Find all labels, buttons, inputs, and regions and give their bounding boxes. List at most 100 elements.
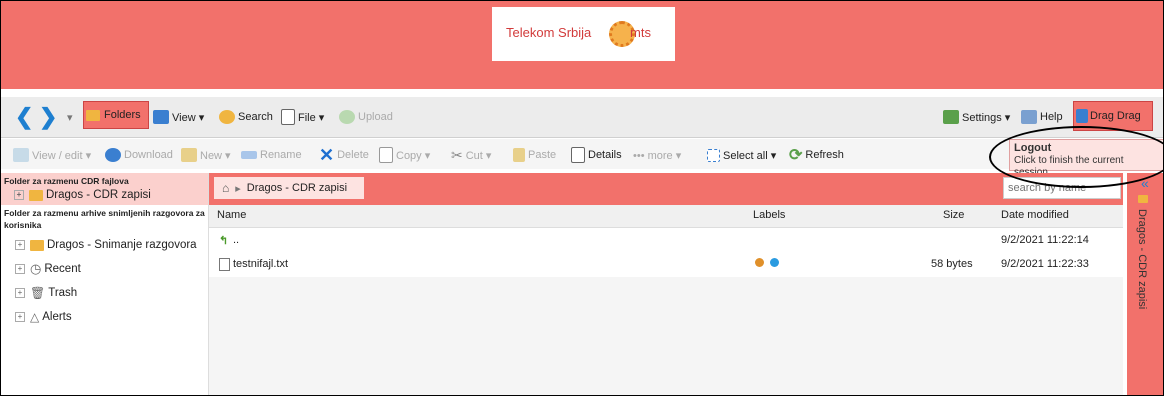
file-size: 58 bytes xyxy=(931,258,973,270)
sidebar-item-snimanje-razgovora[interactable]: + Dragos - Snimanje razgovora xyxy=(1,233,208,257)
orange-label-icon xyxy=(755,258,764,267)
file-date: 9/2/2021 11:22:33 xyxy=(1001,258,1089,270)
back-arrow-icon[interactable]: ❮ xyxy=(15,104,33,130)
download-icon xyxy=(105,148,121,162)
folders-button[interactable]: Folders xyxy=(83,101,149,129)
view-button[interactable]: View ▾ xyxy=(153,108,204,126)
file-name[interactable]: .. xyxy=(233,234,239,246)
details-label: Details xyxy=(588,149,622,161)
sidebar-item-alerts[interactable]: + △ Alerts xyxy=(1,305,208,329)
cut-label: Cut ▾ xyxy=(465,149,492,162)
sidebar-item-recent[interactable]: + ◷ Recent xyxy=(1,257,208,281)
search-button[interactable]: Search xyxy=(219,108,273,126)
drag-drop-icon xyxy=(1076,109,1088,123)
upload-icon xyxy=(339,110,355,124)
help-button[interactable]: Help xyxy=(1021,108,1063,126)
sidebar-item-label: Recent xyxy=(44,263,81,275)
app-window: Telekom Srbija mts ❮ ❯ ▾ Folders View ▾ … xyxy=(0,0,1164,396)
file-labels[interactable] xyxy=(755,258,782,270)
drag-drop-button[interactable]: Drag Drag xyxy=(1073,101,1153,131)
search-icon xyxy=(219,110,235,124)
column-header-name[interactable]: Name xyxy=(217,209,246,221)
expand-icon[interactable]: + xyxy=(15,312,25,322)
select-all-button[interactable]: Select all ▾ xyxy=(707,146,776,164)
folder-icon xyxy=(86,109,100,121)
folder-icon xyxy=(1138,195,1148,203)
copy-button[interactable]: Copy ▾ xyxy=(379,146,430,164)
help-icon xyxy=(1021,110,1037,124)
sidebar-item-label: Trash xyxy=(48,287,78,299)
rename-label: Rename xyxy=(260,149,302,161)
history-dropdown-icon[interactable]: ▾ xyxy=(67,108,73,126)
delete-button[interactable]: ✕ Delete xyxy=(319,145,369,165)
expand-icon[interactable]: + xyxy=(14,190,24,200)
paste-icon xyxy=(513,148,525,162)
text-file-icon xyxy=(219,258,230,274)
collapse-arrow-icon[interactable]: « xyxy=(1141,175,1149,191)
new-icon xyxy=(181,148,197,162)
sidebar-item-label: Dragos - CDR zapisi xyxy=(46,189,151,201)
upload-button[interactable]: Upload xyxy=(339,108,393,126)
sidebar-item-label: Dragos - Snimanje razgovora xyxy=(47,239,197,251)
view-edit-icon xyxy=(13,148,29,162)
home-icon[interactable]: ⌂ xyxy=(222,181,229,195)
details-button[interactable]: Details xyxy=(571,146,622,164)
paste-button[interactable]: Paste xyxy=(513,146,556,164)
upload-label: Upload xyxy=(358,111,393,123)
column-header-date[interactable]: Date modified xyxy=(1001,209,1069,221)
sidebar-section-label: Folder za razmenu CDR fajlova xyxy=(4,176,129,186)
folders-label: Folders xyxy=(104,109,141,121)
new-label: New ▾ xyxy=(200,149,231,162)
sidebar-section-archive: Folder za razmenu arhive snimljenih razg… xyxy=(4,208,205,230)
more-label: ••• more ▾ xyxy=(633,149,682,162)
rename-icon xyxy=(241,151,257,159)
sidebar-item-label: Alerts xyxy=(42,311,72,323)
refresh-button[interactable]: ⟳ Refresh xyxy=(789,146,844,164)
main-toolbar: ❮ ❯ ▾ Folders View ▾ Search File ▾ Uploa… xyxy=(1,97,1163,138)
copy-label: Copy ▾ xyxy=(396,149,431,162)
breadcrumb-current[interactable]: Dragos - CDR zapisi xyxy=(247,182,347,194)
column-header-labels[interactable]: Labels xyxy=(753,209,785,221)
new-button[interactable]: New ▾ xyxy=(181,146,231,164)
breadcrumb-separator-icon: ▸ xyxy=(235,182,241,195)
view-edit-button[interactable]: View / edit ▾ xyxy=(13,146,91,164)
table-row[interactable]: ↰ .. 9/2/2021 11:22:14 xyxy=(209,229,1123,253)
download-button[interactable]: Download xyxy=(105,146,173,164)
trash-icon: 🗑 xyxy=(30,286,46,300)
breadcrumb-bar: ⌂ ▸ Dragos - CDR zapisi xyxy=(209,173,1123,205)
expand-icon[interactable]: + xyxy=(15,264,25,274)
settings-icon xyxy=(943,110,959,124)
cut-button[interactable]: ✂ Cut ▾ xyxy=(451,146,491,164)
brand-name: Telekom Srbija xyxy=(506,25,592,40)
breadcrumb[interactable]: ⌂ ▸ Dragos - CDR zapisi xyxy=(214,177,364,199)
sidebar-item-cdr-zapisi[interactable]: + Dragos - CDR zapisi xyxy=(4,187,205,203)
column-header-size[interactable]: Size xyxy=(943,209,964,221)
refresh-label: Refresh xyxy=(805,149,844,161)
bell-icon: △ xyxy=(30,310,40,324)
file-date: 9/2/2021 11:22:14 xyxy=(1001,234,1089,246)
header-banner: Telekom Srbija mts xyxy=(1,1,1163,89)
empty-list-area xyxy=(209,277,1123,395)
expand-icon[interactable]: + xyxy=(15,288,25,298)
search-label: Search xyxy=(238,111,273,123)
sidebar-section-cdr: Folder za razmenu CDR fajlova + Dragos -… xyxy=(1,173,208,205)
file-name[interactable]: testnifajl.txt xyxy=(233,258,288,270)
logout-tooltip[interactable]: Logout Click to finish the current sessi… xyxy=(1009,139,1163,178)
right-collapsed-panel[interactable]: « Dragos - CDR zapisi xyxy=(1127,173,1163,395)
forward-arrow-icon[interactable]: ❯ xyxy=(39,104,57,130)
download-label: Download xyxy=(124,149,173,161)
settings-button[interactable]: Settings ▾ xyxy=(943,108,1010,126)
file-list-pane: ⌂ ▸ Dragos - CDR zapisi Name Labels Size… xyxy=(209,173,1123,395)
rename-button[interactable]: Rename xyxy=(241,146,302,164)
view-icon xyxy=(153,110,169,124)
sidebar-item-trash[interactable]: + 🗑 Trash xyxy=(1,281,208,305)
expand-icon[interactable]: + xyxy=(15,240,25,250)
table-header: Name Labels Size Date modified xyxy=(209,205,1123,228)
folder-icon xyxy=(30,239,44,251)
table-row[interactable]: testnifajl.txt 58 bytes 9/2/2021 11:22:3… xyxy=(209,253,1123,277)
more-button[interactable]: ••• more ▾ xyxy=(633,146,681,164)
search-input[interactable] xyxy=(1003,177,1121,199)
logo: Telekom Srbija mts xyxy=(492,7,675,61)
file-menu-button[interactable]: File ▾ xyxy=(281,108,324,126)
folder-sidebar: Folder za razmenu CDR fajlova + Dragos -… xyxy=(1,173,209,395)
